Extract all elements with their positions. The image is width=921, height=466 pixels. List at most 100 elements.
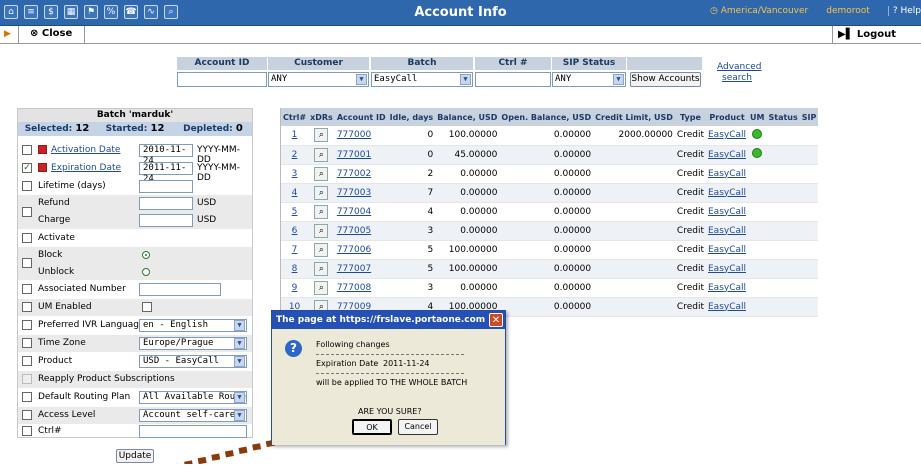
access-checkbox[interactable] (22, 410, 32, 420)
product-link[interactable]: EasyCall (708, 130, 746, 140)
close-icon[interactable]: ✕ (489, 313, 503, 327)
um-value-checkbox[interactable] (142, 302, 152, 312)
chevron-down-icon[interactable]: ▼ (234, 356, 245, 367)
block-radio[interactable] (142, 251, 150, 259)
product-link[interactable]: EasyCall (708, 245, 746, 255)
unblock-radio[interactable] (142, 268, 150, 276)
advanced-line1[interactable]: Advanced (717, 62, 761, 72)
expiration-link[interactable]: Expiration Date (51, 163, 121, 173)
ctrl-link[interactable]: 1 (292, 130, 298, 140)
activation-checkbox[interactable] (22, 145, 32, 155)
close-button[interactable]: ⊗ Close (30, 28, 72, 39)
magnifier-icon[interactable]: ⌕ (314, 185, 329, 200)
logout-label[interactable]: Logout (857, 29, 896, 40)
charge-input[interactable] (139, 214, 193, 227)
account-id-link[interactable]: 777005 (337, 226, 371, 236)
tz-checkbox[interactable] (22, 338, 32, 348)
chevron-down-icon[interactable]: ▼ (234, 392, 245, 403)
product-link[interactable]: EasyCall (708, 188, 746, 198)
user-link[interactable]: demoroot (826, 6, 870, 16)
ivr-checkbox[interactable] (22, 320, 32, 330)
associated-input[interactable] (139, 283, 221, 296)
ctrl-link[interactable]: 2 (292, 150, 298, 160)
tz-select[interactable]: Europe/Prague ▼ (139, 337, 247, 350)
calendar-icon[interactable] (38, 145, 47, 154)
calendar-icon[interactable] (38, 163, 47, 172)
product-checkbox[interactable] (22, 356, 32, 366)
activate-checkbox[interactable] (22, 233, 32, 243)
ok-button[interactable]: OK (352, 419, 392, 435)
magnifier-icon[interactable]: ⌕ (314, 204, 329, 219)
magnifier-icon[interactable]: ⌕ (314, 147, 329, 162)
chevron-down-icon[interactable]: ▼ (356, 74, 367, 85)
account-id-link[interactable]: 777004 (337, 207, 371, 217)
ctrl-link[interactable]: 5 (292, 207, 298, 217)
ctrl-link[interactable]: 3 (292, 169, 298, 179)
update-button[interactable]: Update (116, 449, 154, 463)
ctrl-link[interactable]: 9 (292, 283, 298, 293)
account-id-link[interactable]: 777000 (337, 130, 371, 140)
magnifier-icon[interactable]: ⌕ (314, 128, 329, 143)
cancel-button[interactable]: Cancel (398, 419, 438, 435)
ctrl-link[interactable]: 4 (292, 188, 298, 198)
help-link[interactable]: ? Help (887, 6, 921, 16)
account-id-link[interactable]: 777008 (337, 283, 371, 293)
close-label[interactable]: Close (42, 28, 72, 39)
chevron-down-icon[interactable]: ▼ (234, 320, 245, 331)
sip-status-select[interactable]: ANY ▼ (552, 72, 626, 87)
activation-link[interactable]: Activation Date (51, 145, 120, 155)
account-id-link[interactable]: 777002 (337, 169, 371, 179)
routing-checkbox[interactable] (22, 392, 32, 402)
routing-select[interactable]: All Available Route ▼ (139, 391, 247, 404)
product-link[interactable]: EasyCall (708, 283, 746, 293)
refund-input[interactable] (139, 197, 193, 210)
chevron-down-icon[interactable]: ▼ (613, 74, 624, 85)
access-select[interactable]: Account self-care ▼ (139, 409, 247, 422)
chevron-down-icon[interactable]: ▼ (234, 338, 245, 349)
ctrl-link[interactable]: 6 (292, 226, 298, 236)
lifetime-input[interactable] (139, 180, 193, 193)
chevron-down-icon[interactable]: ▼ (234, 410, 245, 421)
magnifier-icon[interactable]: ⌕ (314, 280, 329, 295)
magnifier-icon[interactable]: ⌕ (314, 242, 329, 257)
um-checkbox[interactable] (22, 302, 32, 312)
product-link[interactable]: EasyCall (708, 302, 746, 312)
ctrl-link[interactable]: 7 (292, 245, 298, 255)
account-id-link[interactable]: 777003 (337, 188, 371, 198)
show-accounts-button[interactable]: Show Accounts (630, 72, 701, 87)
product-link[interactable]: EasyCall (708, 150, 746, 160)
account-id-link[interactable]: 777006 (337, 245, 371, 255)
magnifier-icon[interactable]: ⌕ (314, 223, 329, 238)
block-checkbox[interactable] (22, 258, 32, 268)
timezone-link[interactable]: ◷ America/Vancouver (710, 6, 808, 16)
ctrl-checkbox[interactable] (22, 426, 32, 436)
ctrl-link[interactable]: 8 (292, 264, 298, 274)
logout-button[interactable]: ▶▌ Logout (838, 29, 896, 40)
account-id-link[interactable]: 777007 (337, 264, 371, 274)
lifetime-checkbox[interactable] (22, 181, 32, 191)
activation-row: Activation Date 2010-11-24 YYYY-MM-DD (18, 142, 252, 166)
advanced-search-link[interactable]: Advanced search (717, 62, 761, 84)
refund-checkbox[interactable] (22, 207, 32, 217)
magnifier-icon[interactable]: ⌕ (314, 261, 329, 276)
product-link[interactable]: EasyCall (708, 207, 746, 217)
expiration-checkbox[interactable]: ✓ (22, 163, 32, 173)
product-select[interactable]: USD - EasyCall ▼ (139, 355, 247, 368)
customer-select[interactable]: ANY ▼ (268, 72, 369, 87)
account-id-link[interactable]: 777001 (337, 150, 371, 160)
account-id-input[interactable] (177, 72, 267, 87)
activation-input[interactable]: 2010-11-24 (139, 144, 193, 166)
timezone-text[interactable]: America/Vancouver (721, 6, 809, 16)
help-text[interactable]: Help (900, 6, 921, 16)
ivr-select[interactable]: en - English ▼ (139, 319, 247, 332)
associated-checkbox[interactable] (22, 284, 32, 294)
expiration-input[interactable]: 2011-11-24 (139, 162, 193, 184)
product-link[interactable]: EasyCall (708, 226, 746, 236)
product-link[interactable]: EasyCall (708, 264, 746, 274)
ctrl-input[interactable] (475, 72, 551, 87)
advanced-line2[interactable]: search (722, 73, 752, 83)
chevron-down-icon[interactable]: ▼ (460, 74, 471, 85)
product-link[interactable]: EasyCall (708, 169, 746, 179)
batch-select[interactable]: EasyCall ▼ (371, 72, 473, 87)
magnifier-icon[interactable]: ⌕ (314, 166, 329, 181)
